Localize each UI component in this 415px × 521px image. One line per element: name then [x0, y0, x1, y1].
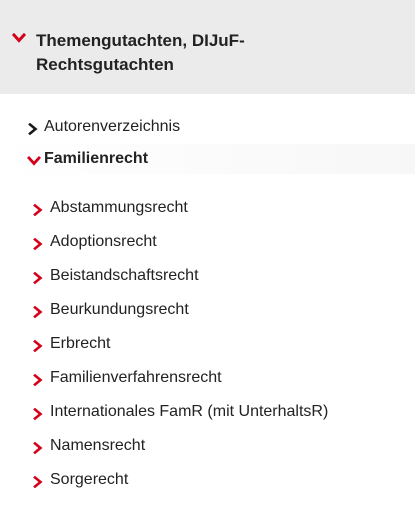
nav-subitem-label: Familienverfahrensrecht — [50, 369, 222, 386]
nav-subitem-beurkundungsrecht[interactable]: Beurkundungsrecht — [0, 295, 415, 325]
chevron-right-icon — [33, 204, 43, 216]
nav-subitem-abstammungsrecht[interactable]: Abstammungsrecht — [0, 193, 415, 223]
nav-subitem-internationales-famr[interactable]: Internationales FamR (mit UnterhaltsR) — [0, 397, 415, 427]
chevron-right-icon — [33, 442, 43, 454]
nav-subitem-label: Adoptionsrecht — [50, 233, 157, 250]
section-title-line-1: Themengutachten, DIJuF- — [36, 31, 245, 50]
chevron-right-icon — [33, 340, 43, 352]
chevron-right-icon — [33, 306, 43, 318]
chevron-right-icon — [28, 123, 38, 135]
nav-subitem-familienverfahrensrecht[interactable]: Familienverfahrensrecht — [0, 363, 415, 393]
nav-subitem-label: Beistandschaftsrecht — [50, 267, 199, 284]
chevron-right-icon — [33, 476, 43, 488]
nav-item-label: Autorenverzeichnis — [44, 118, 181, 135]
nav-subitem-erbrecht[interactable]: Erbrecht — [0, 329, 415, 359]
nav-subitem-label: Sorgerecht — [50, 471, 129, 488]
nav-subitem-adoptionsrecht[interactable]: Adoptionsrecht — [0, 227, 415, 257]
nav-item-familienrecht[interactable]: Familienrecht — [0, 144, 415, 174]
nav-item-label: Familienrecht — [44, 150, 149, 167]
chevron-right-icon — [33, 408, 43, 420]
chevron-down-icon — [12, 33, 26, 43]
nav-subitem-beistandschaftsrecht[interactable]: Beistandschaftsrecht — [0, 261, 415, 291]
chevron-right-icon — [33, 272, 43, 284]
nav-item-autorenverzeichnis[interactable]: Autorenverzeichnis — [0, 112, 415, 142]
navigation-panel: Themengutachten, DIJuF- Rechtsgutachten … — [0, 0, 415, 521]
nav-subitem-label: Namensrecht — [50, 437, 146, 454]
nav-subitem-sorgerecht[interactable]: Sorgerecht — [0, 465, 415, 495]
nav-subitem-namensrecht[interactable]: Namensrecht — [0, 431, 415, 461]
section-title-line-2: Rechtsgutachten — [36, 55, 174, 74]
section-title: Themengutachten, DIJuF- Rechtsgutachten — [36, 29, 336, 77]
nav-subitem-label: Beurkundungsrecht — [50, 301, 189, 318]
chevron-right-icon — [33, 238, 43, 250]
nav-subitem-label: Abstammungsrecht — [50, 199, 188, 216]
chevron-right-icon — [33, 374, 43, 386]
section-header-themengutachten[interactable]: Themengutachten, DIJuF- Rechtsgutachten — [0, 0, 415, 94]
nav-subitem-label: Internationales FamR (mit UnterhaltsR) — [50, 403, 329, 420]
nav-subitem-label: Erbrecht — [50, 335, 111, 352]
chevron-down-icon — [27, 156, 41, 166]
